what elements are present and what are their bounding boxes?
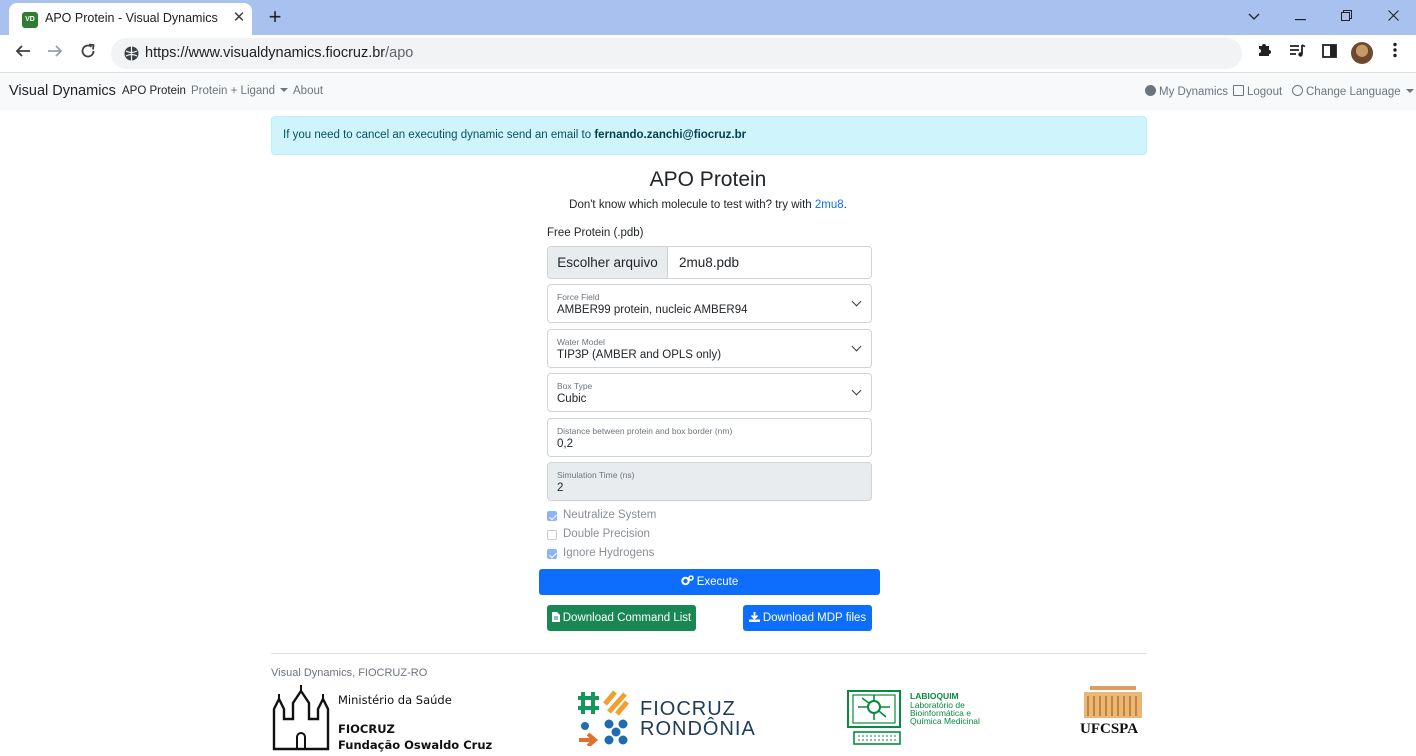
caret-down-icon <box>280 88 289 92</box>
sample-molecule-link[interactable]: 2mu8 <box>815 199 844 211</box>
box-distance-label: Distance between protein and box border … <box>557 426 733 436</box>
labioquim-logo: LABIOQUIM Laboratório de Bioinformática … <box>846 690 996 748</box>
ufcspa-logo: UFCSPA <box>1080 686 1148 754</box>
simulation-time-value: 2 <box>557 482 564 494</box>
forward-arrow-icon[interactable] <box>40 39 70 69</box>
tab-search-chevron-icon[interactable] <box>1231 0 1277 32</box>
checkbox-unchecked-icon[interactable] <box>547 530 557 540</box>
close-window-icon[interactable] <box>1370 0 1416 32</box>
browser-menu-icon[interactable] <box>1380 39 1410 69</box>
execute-button[interactable]: Execute <box>539 569 880 595</box>
alert-email: fernando.zanchi@fiocruz.br <box>594 129 747 141</box>
site-favicon-icon: VD <box>22 12 38 28</box>
checkbox-checked-icon[interactable] <box>547 549 557 559</box>
box-type-label: Box Type <box>557 381 593 391</box>
force-field-select[interactable]: Force Field AMBER99 protein, nucleic AMB… <box>547 284 872 323</box>
page-title: APO Protein <box>649 168 767 191</box>
ministerio-saude-logo: Ministério da Saúde FIOCRUZ Fundação Osw… <box>271 685 493 755</box>
browser-tabstrip: VD APO Protein - Visual Dynamics ✕ + <box>0 0 1416 35</box>
simulation-time-label: Simulation Time (ns) <box>557 470 635 480</box>
navbar-brand[interactable]: Visual Dynamics <box>9 83 116 99</box>
browser-tab-active[interactable]: VD APO Protein - Visual Dynamics ✕ <box>9 3 252 35</box>
box-type-select[interactable]: Box Type Cubic <box>547 373 872 412</box>
ufcspa-building-icon <box>1084 686 1142 718</box>
footer-divider <box>271 653 1147 654</box>
footer-credit: Visual Dynamics, FIOCRUZ-RO <box>271 667 428 679</box>
site-navbar: Visual Dynamics APO Protein Protein + Li… <box>0 74 1416 110</box>
force-field-value: AMBER99 protein, nucleic AMBER94 <box>557 304 748 316</box>
address-bar[interactable]: https://www.visualdynamics.fiocruz.br/ap… <box>111 38 1242 69</box>
page-subtitle: Don't know which molecule to test with? … <box>569 199 847 211</box>
media-queue-icon[interactable] <box>1282 39 1312 69</box>
labioquim-computer-icon <box>847 690 901 745</box>
download-command-list-button[interactable]: Download Command List <box>547 605 696 631</box>
force-field-label: Force Field <box>557 292 600 302</box>
browser-toolbar: https://www.visualdynamics.fiocruz.br/ap… <box>0 35 1416 73</box>
restore-window-icon[interactable] <box>1323 0 1369 32</box>
site-info-icon[interactable] <box>123 45 140 62</box>
ms-line-2: FIOCRUZ <box>338 722 395 736</box>
selected-file-name: 2mu8.pdb <box>679 255 740 270</box>
tab-title: APO Protein - Visual Dynamics <box>45 11 218 25</box>
caret-down-icon <box>1405 89 1414 93</box>
globe-icon <box>1292 85 1303 96</box>
profile-avatar[interactable] <box>1351 42 1373 64</box>
fiocruz-castle-icon <box>272 685 330 751</box>
ufcspa-text: UFCSPA <box>1080 721 1139 737</box>
chevron-down-icon <box>851 296 862 307</box>
water-model-select[interactable]: Water Model TIP3P (AMBER and OPLS only) <box>547 329 872 368</box>
fiocruz-rondonia-mark-icon <box>578 690 629 746</box>
reload-icon[interactable] <box>73 39 103 69</box>
extensions-puzzle-icon[interactable] <box>1249 39 1279 69</box>
double-precision-label: Double Precision <box>563 528 650 540</box>
chevron-down-icon <box>851 341 862 352</box>
file-input-label: Free Protein (.pdb) <box>547 227 644 239</box>
choose-file-button[interactable]: Escolher arquivo <box>548 247 668 278</box>
water-model-value: TIP3P (AMBER and OPLS only) <box>557 349 722 361</box>
lab-line-4: Química Medicinal <box>910 716 980 726</box>
neutralize-system-label: Neutralize System <box>563 509 657 521</box>
ms-line-3: Fundação Oswaldo Cruz <box>338 738 493 752</box>
nav-link-my-dynamics[interactable]: My Dynamics <box>1145 85 1228 98</box>
new-tab-icon[interactable]: + <box>263 4 287 30</box>
nav-link-apo-protein[interactable]: APO Protein <box>122 85 186 97</box>
nav-link-about[interactable]: About <box>293 85 323 97</box>
minimize-window-icon[interactable] <box>1277 0 1323 32</box>
nav-dropdown-change-language[interactable]: Change Language <box>1292 85 1414 98</box>
url-text[interactable]: https://www.visualdynamics.fiocruz.br/ap… <box>145 45 413 61</box>
pdb-file-input[interactable]: Escolher arquivo 2mu8.pdb <box>547 246 872 279</box>
back-arrow-icon[interactable] <box>8 39 38 69</box>
gears-icon <box>681 575 694 586</box>
alert-text: If you need to cancel an executing dynam… <box>283 129 595 141</box>
box-distance-input[interactable]: Distance between protein and box border … <box>547 418 872 457</box>
simulation-time-input: Simulation Time (ns) 2 <box>547 462 872 501</box>
file-icon <box>551 612 560 622</box>
chevron-down-icon <box>851 385 862 396</box>
checkbox-checked-icon[interactable] <box>547 511 557 521</box>
fiocruz-rondonia-logo: FIOCRUZ RONDÔNIA <box>577 690 755 750</box>
ignore-hydrogens-label: Ignore Hydrogens <box>563 547 655 559</box>
fio-line-2: RONDÔNIA <box>640 718 756 740</box>
side-panel-icon[interactable] <box>1314 39 1344 69</box>
box-distance-value: 0,2 <box>557 438 573 450</box>
logout-icon <box>1233 85 1244 96</box>
box-type-value: Cubic <box>557 393 587 405</box>
nav-link-logout[interactable]: Logout <box>1233 85 1282 98</box>
water-model-label: Water Model <box>557 337 605 347</box>
download-mdp-files-button[interactable]: Download MDP files <box>743 605 872 631</box>
ms-line-1: Ministério da Saúde <box>338 693 452 707</box>
cancel-info-alert: If you need to cancel an executing dynam… <box>271 116 1147 155</box>
nav-dropdown-protein-ligand[interactable]: Protein + Ligand <box>191 85 289 97</box>
download-icon <box>748 612 760 622</box>
tab-close-icon[interactable]: ✕ <box>230 8 248 28</box>
globe-icon <box>1145 85 1156 96</box>
